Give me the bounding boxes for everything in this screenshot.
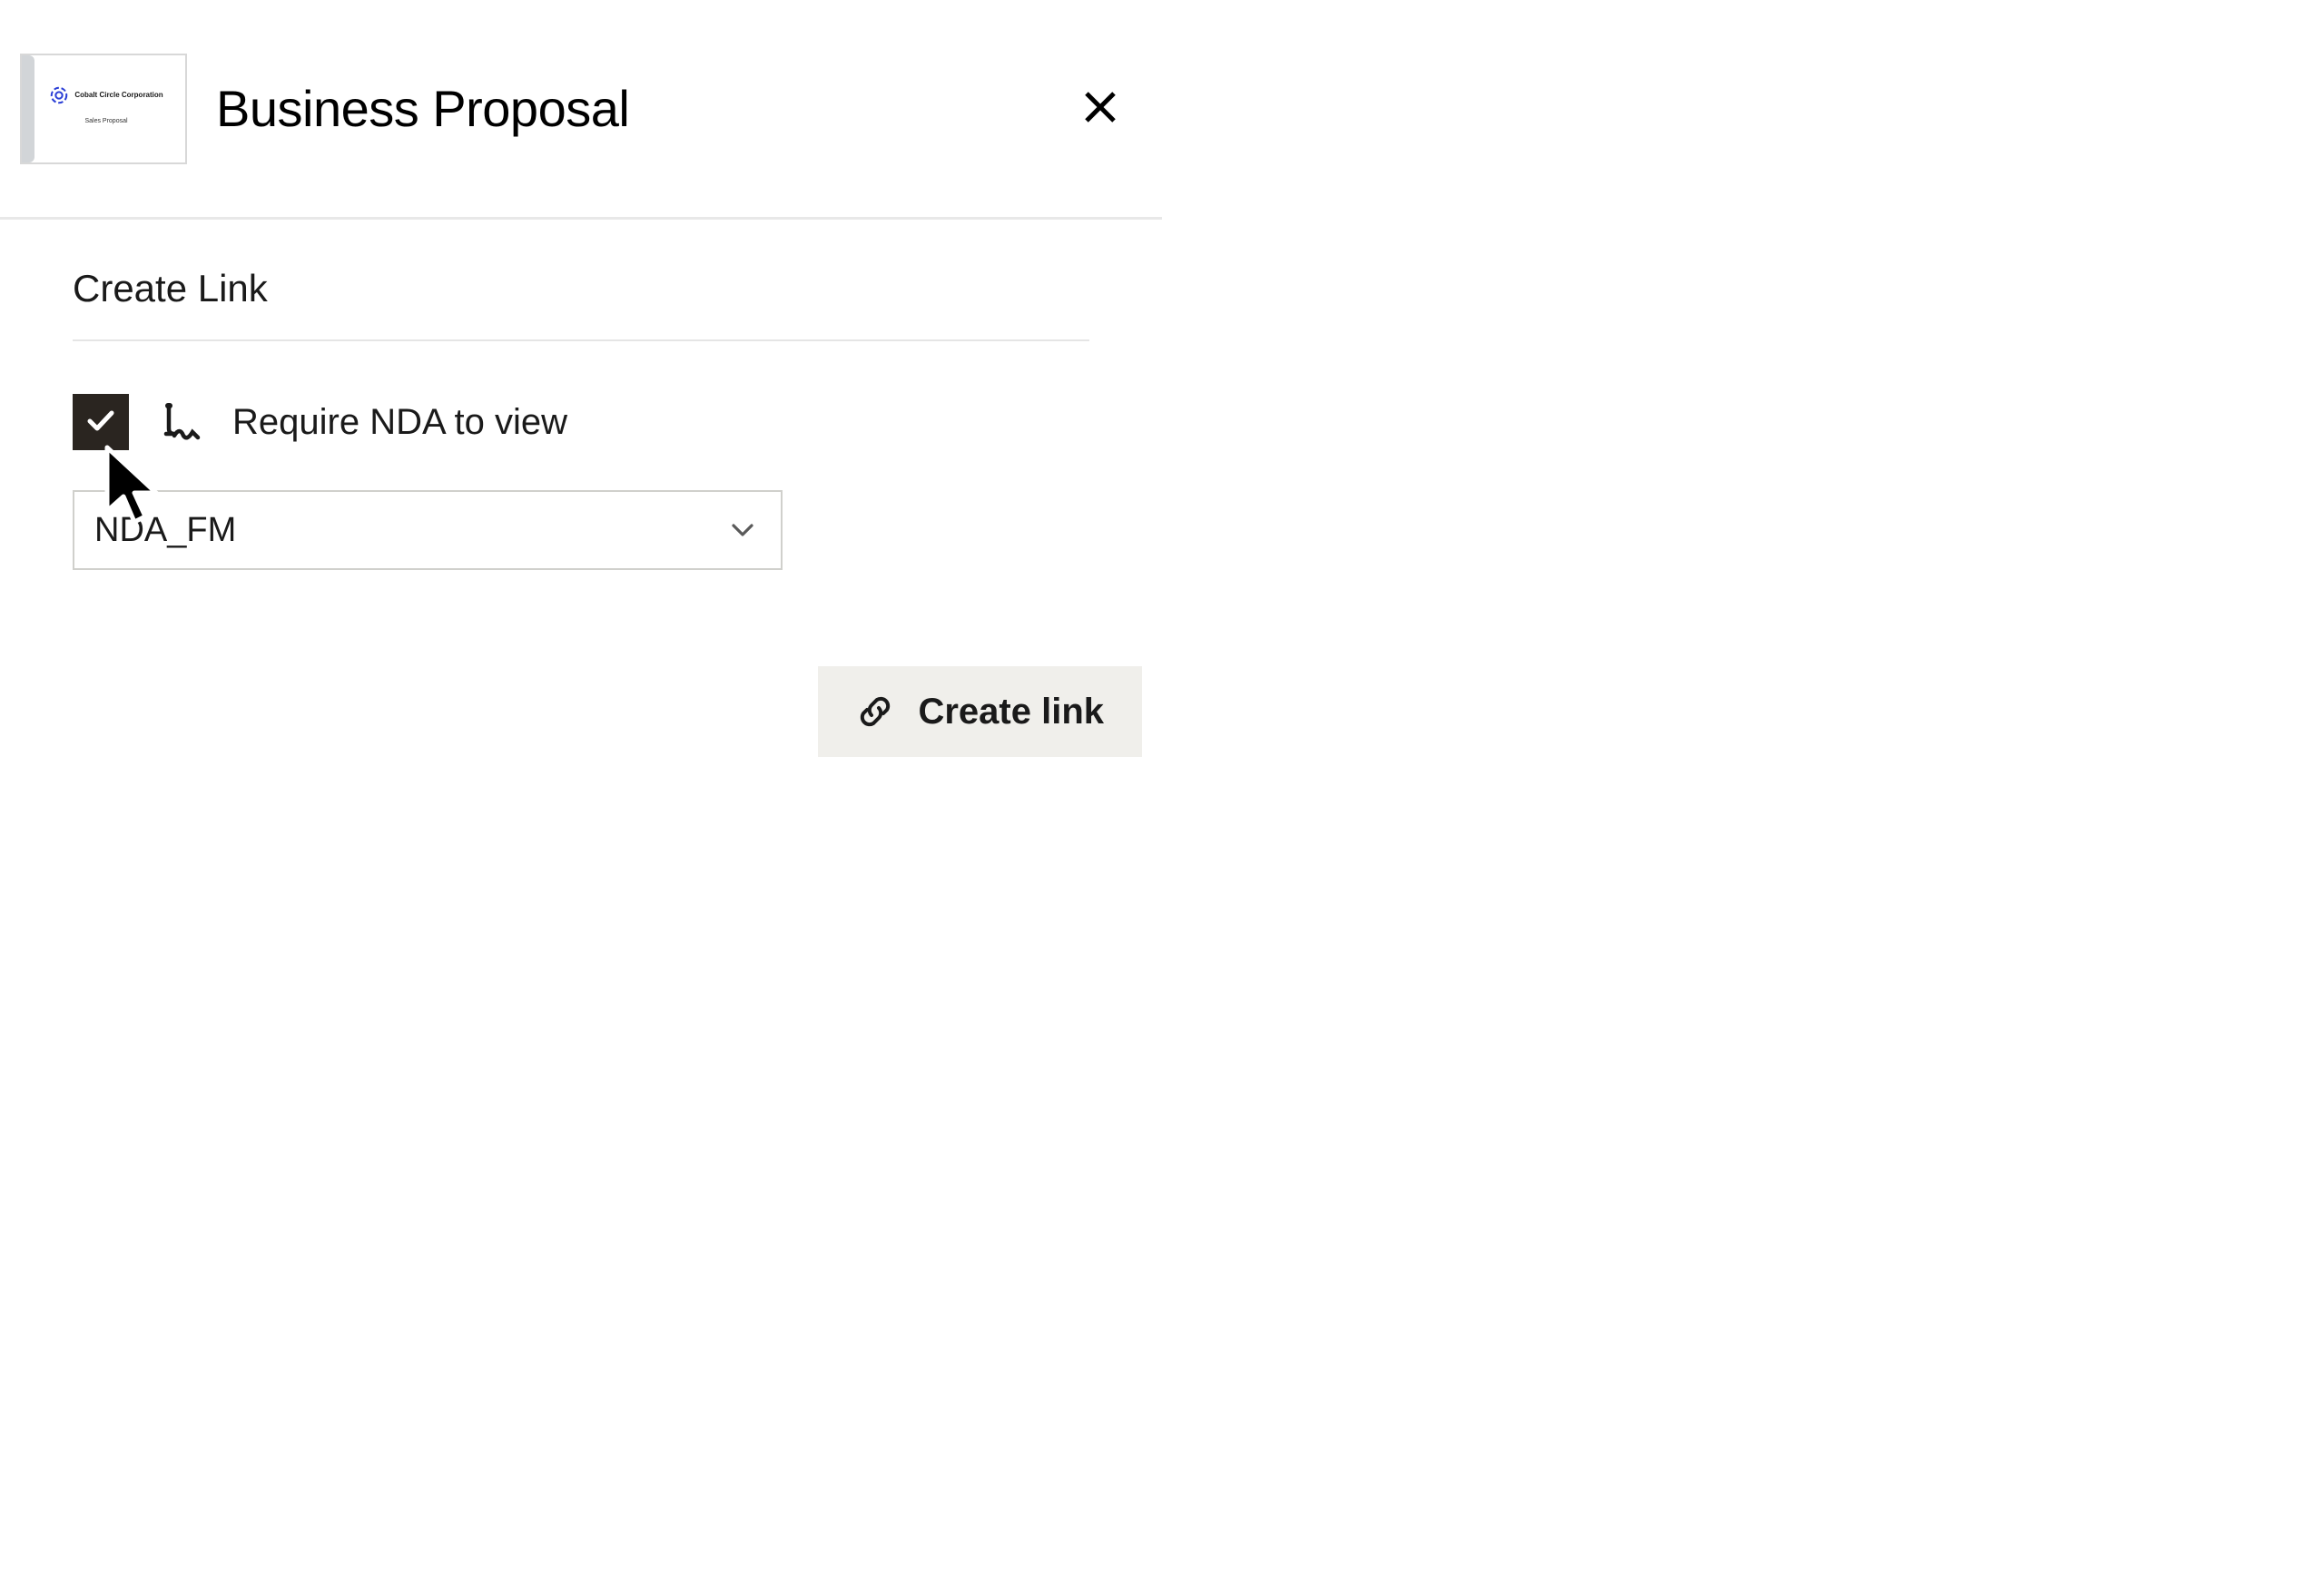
close-button[interactable]	[1078, 87, 1122, 131]
thumbnail-company-name: Cobalt Circle Corporation	[74, 92, 162, 100]
thumbnail-subtitle: Sales Proposal	[84, 118, 127, 124]
dialog-title: Business Proposal	[216, 79, 629, 138]
section-title: Create Link	[73, 267, 1089, 341]
create-link-button[interactable]: Create link	[818, 666, 1142, 757]
signature-icon	[156, 398, 205, 447]
document-thumbnail[interactable]: Cobalt Circle Corporation Sales Proposal	[20, 54, 187, 164]
dialog-content: Create Link Require NDA to view NDA_FM	[0, 220, 1162, 570]
company-logo-icon	[49, 85, 69, 105]
create-link-button-label: Create link	[918, 692, 1104, 732]
require-nda-row: Require NDA to view	[73, 394, 1089, 450]
close-icon	[1082, 89, 1118, 128]
require-nda-checkbox[interactable]	[73, 394, 129, 450]
require-nda-label: Require NDA to view	[232, 402, 567, 443]
nda-select-value: NDA_FM	[94, 511, 236, 550]
chevron-down-icon	[730, 517, 755, 543]
nda-select[interactable]: NDA_FM	[73, 490, 783, 570]
link-icon	[856, 693, 894, 731]
check-icon	[83, 402, 119, 443]
dialog-header: Cobalt Circle Corporation Sales Proposal…	[0, 0, 1162, 220]
